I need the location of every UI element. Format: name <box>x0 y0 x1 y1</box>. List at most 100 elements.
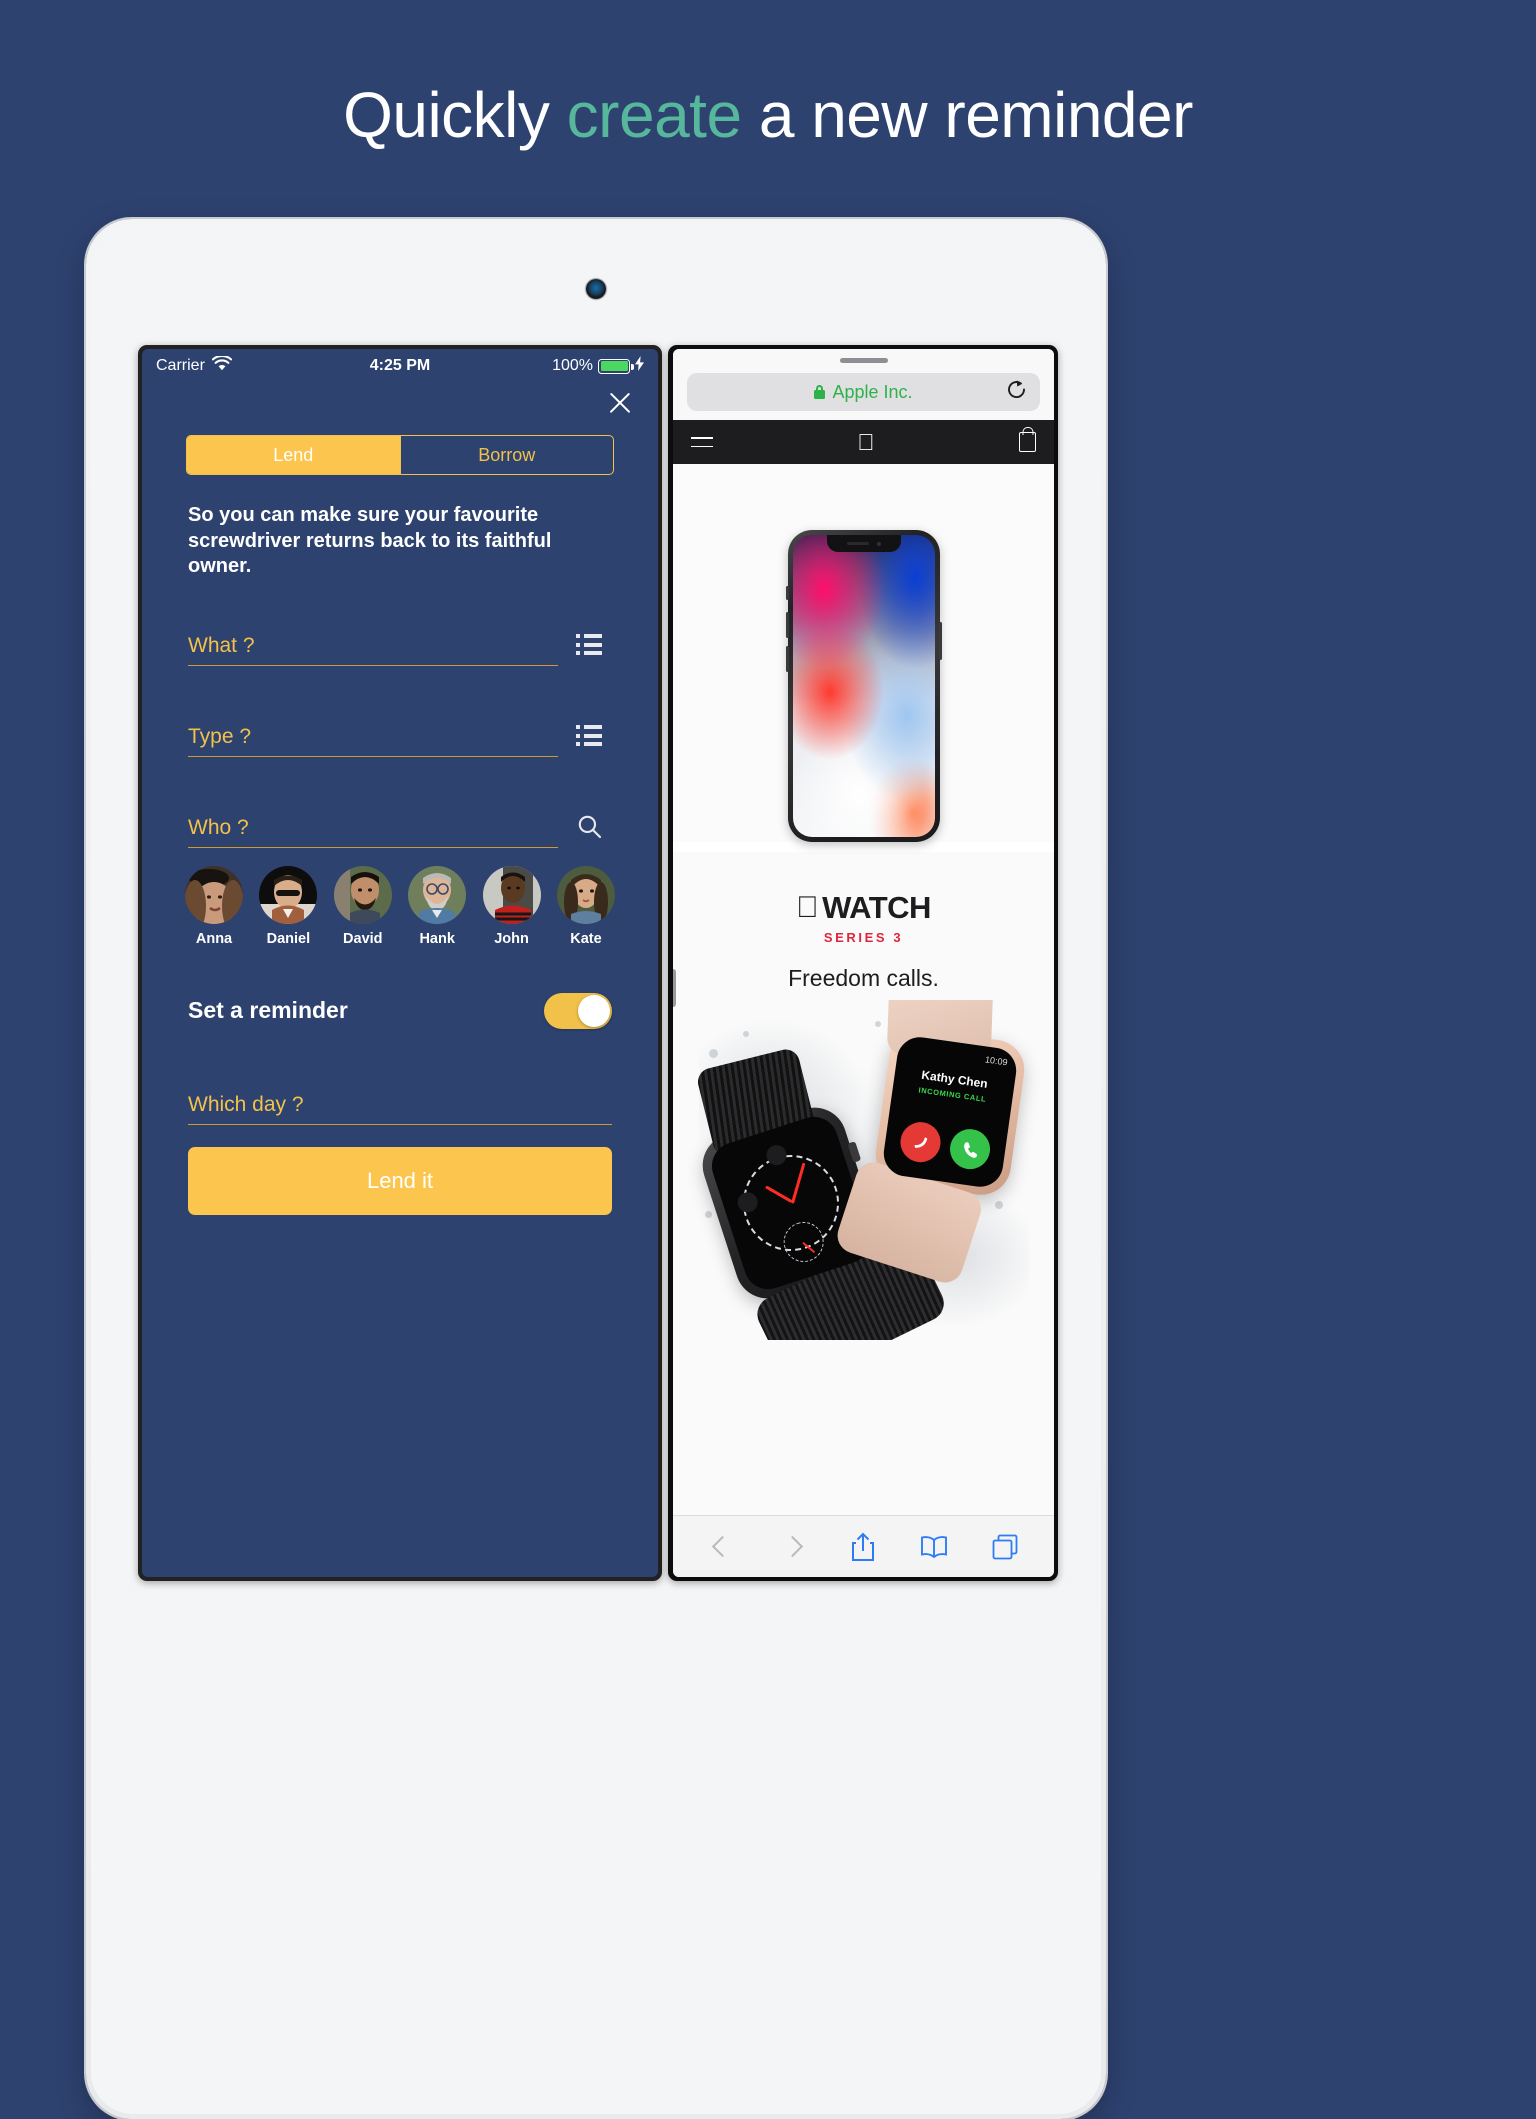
watch-tagline: Freedom calls. <box>788 965 939 991</box>
field-who[interactable]: Who ? <box>188 810 612 848</box>
contact-name: Anna <box>195 930 233 947</box>
wifi-icon <box>211 354 233 376</box>
chevron-left-icon[interactable] <box>702 1527 742 1567</box>
avatar <box>259 865 318 924</box>
volume-up-button <box>785 612 789 638</box>
watch-face-incoming-call: 10:09 Kathy Chen INCOMING CALL <box>880 1034 1020 1190</box>
watch-gold-pink: 10:09 Kathy Chen INCOMING CALL <box>832 1000 1029 1288</box>
ipad-device-frame: Carrier 4:25 PM 100% Lend Borrow So you … <box>86 219 1106 2119</box>
phone-decline-icon <box>897 1119 944 1165</box>
list-icon[interactable] <box>566 628 612 662</box>
hamburger-menu-icon[interactable] <box>691 436 713 448</box>
contact-name: Hank <box>419 930 455 947</box>
status-bar-time: 4:25 PM <box>369 357 431 374</box>
avatar <box>482 865 541 924</box>
contact-anna[interactable]: Anna <box>182 865 246 947</box>
contacts-list: Anna Daniel David Hank John Kate <box>182 865 618 947</box>
set-reminder-row: Set a reminder <box>188 992 612 1029</box>
safari-browser: Apple Inc.  <box>673 349 1054 1577</box>
contact-hank[interactable]: Hank <box>405 865 469 947</box>
tabs-icon[interactable] <box>985 1527 1025 1567</box>
app-screen-device: Carrier 4:25 PM 100% Lend Borrow So you … <box>138 345 662 1581</box>
apple-watch-promo:  WATCH SERIES 3 Freedom calls. <box>673 842 1054 992</box>
set-reminder-label: Set a reminder <box>188 997 348 1024</box>
address-bar[interactable]: Apple Inc. <box>687 373 1040 411</box>
who-input[interactable]: Who ? <box>188 816 558 848</box>
safari-top-bar: Apple Inc. <box>673 349 1054 420</box>
avatar <box>185 865 243 924</box>
book-icon[interactable] <box>914 1527 954 1567</box>
list-icon[interactable] <box>566 719 612 753</box>
contact-name: Kate <box>570 930 602 947</box>
what-input[interactable]: What ? <box>188 634 558 666</box>
safari-bottom-toolbar <box>673 1515 1054 1577</box>
headline-part1: Quickly <box>343 79 567 151</box>
safari-screen-device: Apple Inc.  <box>668 345 1058 1581</box>
watch-wordmark:  WATCH <box>673 890 1054 926</box>
screens-container: Carrier 4:25 PM 100% Lend Borrow So you … <box>138 345 1058 1581</box>
field-which-day[interactable]: Which day ? <box>188 1093 612 1125</box>
avatar <box>333 865 392 924</box>
carrier-label: Carrier <box>156 357 205 374</box>
status-bar: Carrier 4:25 PM 100% <box>142 349 658 383</box>
contact-john[interactable]: John <box>480 865 544 947</box>
mute-switch <box>785 586 789 600</box>
front-camera-icon <box>586 279 606 299</box>
lightning-bolt-icon <box>635 356 645 376</box>
page-title: Quickly create a new reminder <box>0 78 1536 152</box>
description-text: So you can make sure your favourite scre… <box>188 504 552 578</box>
headline-part2: a new reminder <box>741 79 1194 151</box>
type-label: Type ? <box>188 724 252 748</box>
type-input[interactable]: Type ? <box>188 725 558 757</box>
headline-accent: create <box>566 79 742 151</box>
toggle-knob <box>578 994 610 1027</box>
what-label: What ? <box>188 633 255 657</box>
apple-watch-photo: 10:09 Kathy Chen INCOMING CALL <box>673 1000 1054 1340</box>
phone-accept-icon <box>947 1126 993 1172</box>
tab-borrow[interactable]: Borrow <box>399 436 614 474</box>
iphone-hero-section <box>673 464 1054 842</box>
contact-name: Daniel <box>266 930 311 947</box>
reload-icon[interactable] <box>1006 379 1027 405</box>
battery-percent-label: 100% <box>552 357 594 374</box>
lend-app-screen: Carrier 4:25 PM 100% Lend Borrow So you … <box>142 349 658 1577</box>
set-reminder-toggle[interactable] <box>544 992 612 1029</box>
notch <box>826 535 901 552</box>
battery-full-icon <box>598 358 634 374</box>
who-label: Who ? <box>188 815 249 839</box>
apple-logo-icon[interactable]:  <box>857 430 874 454</box>
watch-time: 10:09 <box>984 1054 1009 1068</box>
close-icon[interactable] <box>606 389 634 417</box>
lock-icon <box>814 385 826 399</box>
field-type[interactable]: Type ? <box>188 719 612 757</box>
contact-kate[interactable]: Kate <box>554 865 618 947</box>
page-content:  WATCH SERIES 3 Freedom calls. <box>673 464 1054 1515</box>
close-row <box>142 383 658 435</box>
iphone-x-mockup <box>785 530 942 842</box>
power-button <box>938 622 942 660</box>
apple-site-nav:  <box>673 420 1054 464</box>
which-day-input[interactable]: Which day ? <box>188 1093 612 1125</box>
which-day-label: Which day ? <box>188 1092 304 1116</box>
shopping-bag-icon[interactable] <box>1019 432 1036 452</box>
url-text: Apple Inc. <box>832 381 913 402</box>
avatar <box>408 865 467 924</box>
watch-series-label: SERIES 3 <box>823 930 904 945</box>
tab-lend[interactable]: Lend <box>187 436 400 474</box>
drag-handle[interactable] <box>839 358 888 363</box>
contact-name: John <box>494 930 529 947</box>
volume-down-button <box>785 646 789 672</box>
share-icon[interactable] <box>843 1527 883 1567</box>
lend-borrow-segmented-control[interactable]: Lend Borrow <box>186 435 614 475</box>
watch-label: WATCH <box>811 890 931 925</box>
search-icon[interactable] <box>566 810 612 844</box>
field-what[interactable]: What ? <box>188 628 612 666</box>
chevron-right-icon[interactable] <box>773 1527 813 1567</box>
lend-it-button[interactable]: Lend it <box>188 1146 612 1215</box>
contact-david[interactable]: David <box>331 865 395 947</box>
iphone-x-wallpaper <box>792 535 935 837</box>
scrollbar[interactable] <box>673 969 676 1007</box>
apple-logo-icon:  <box>796 892 819 922</box>
avatar <box>556 865 615 924</box>
contact-daniel[interactable]: Daniel <box>256 865 320 947</box>
